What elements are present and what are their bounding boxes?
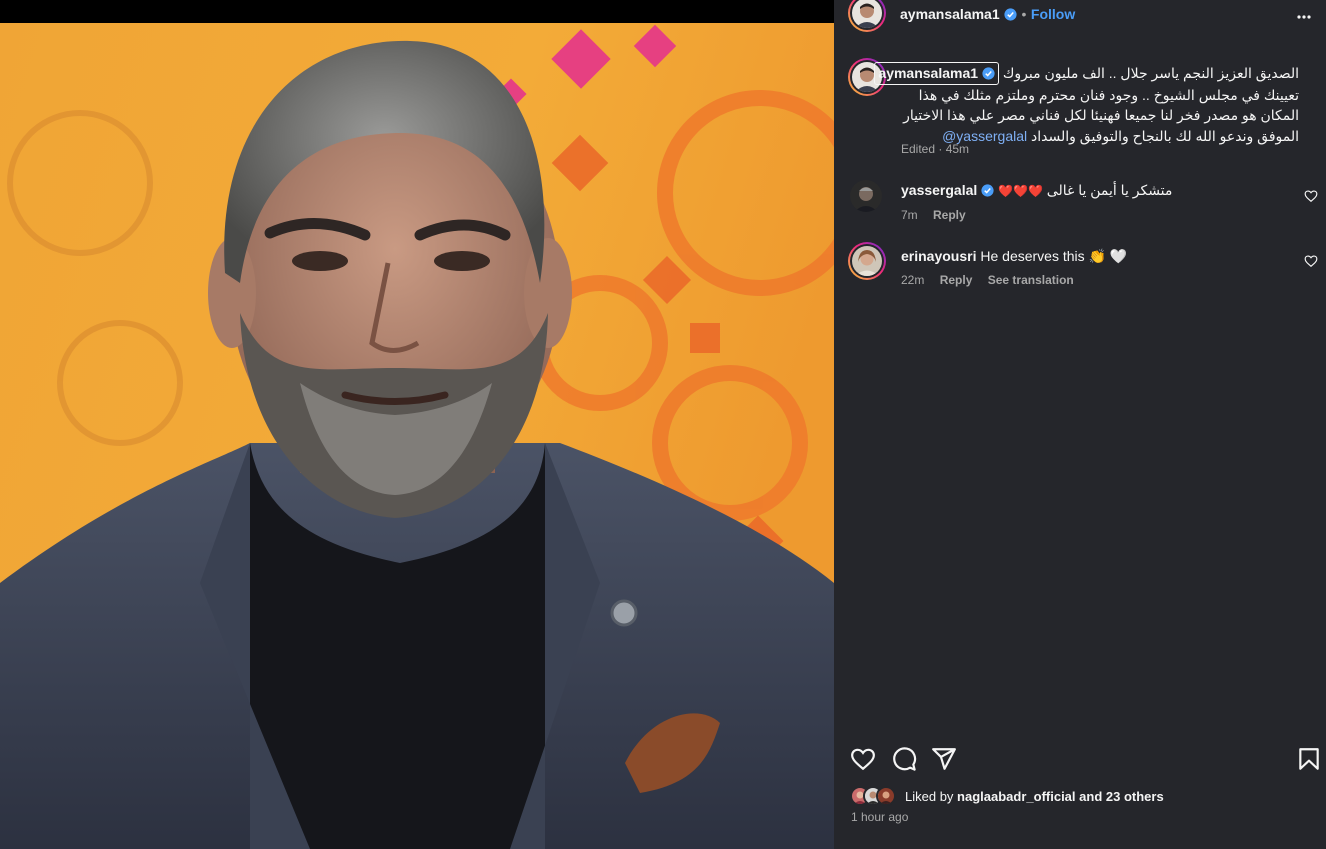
caption-line-3: المكان هو مصدر فخر لنا جميعا فهنيئا لكل … [903, 107, 1299, 123]
comment-time: 7m [901, 208, 918, 222]
more-horizontal-icon[interactable] [1296, 9, 1312, 25]
follow-button[interactable]: Follow [1031, 6, 1075, 22]
post-photo-panel [0, 0, 834, 849]
likes-prefix: Liked by [905, 789, 954, 804]
post-image[interactable] [0, 23, 834, 849]
post-action-bar [834, 743, 1326, 773]
comment-username[interactable]: yassergalal [901, 182, 977, 198]
share-icon[interactable] [931, 746, 957, 772]
heart-icon[interactable] [850, 746, 876, 772]
post-caption: الصديق العزيز النجم ياسر جلال .. الف ملي… [874, 62, 1299, 146]
verified-badge-icon [1004, 8, 1017, 21]
see-translation-button[interactable]: See translation [988, 273, 1074, 287]
reply-button[interactable]: Reply [933, 208, 966, 222]
comment-username[interactable]: erinayousri [901, 248, 976, 264]
comment-body: erinayousri He deserves this 👏 🤍 [901, 248, 1127, 265]
caption-edited-time: Edited · 45m [901, 142, 970, 156]
comment-item: yassergalal ❤️❤️❤️ متشكر يا أيمن يا غالى… [834, 180, 1326, 230]
comment-time: 22m [901, 273, 925, 287]
verified-badge-icon [981, 184, 994, 197]
post-header: aymansalama1 • Follow [834, 0, 1326, 34]
commenter-avatar[interactable] [850, 180, 882, 212]
caption-line-1: الصديق العزيز النجم ياسر جلال .. الف ملي… [1002, 65, 1299, 81]
likes-suffix[interactable]: and 23 others [1079, 789, 1164, 804]
comment-meta: 7m Reply [901, 208, 978, 222]
caption-line-2: تعيينك في مجلس الشيوخ .. وجود فنان محترم… [918, 86, 1299, 103]
bookmark-icon[interactable] [1296, 746, 1322, 772]
comment-like-heart-icon[interactable] [1304, 254, 1318, 268]
author-avatar[interactable] [848, 0, 886, 32]
caption-author-box[interactable]: aymansalama1 [874, 62, 999, 85]
comment-icon[interactable] [891, 746, 917, 772]
comment-body: yassergalal ❤️❤️❤️ متشكر يا أيمن يا غالى [901, 182, 1172, 199]
post-timestamp: 1 hour ago [851, 810, 909, 824]
comment-item: erinayousri He deserves this 👏 🤍 22m Rep… [834, 242, 1326, 292]
comment-meta: 22m Reply See translation [901, 273, 1086, 287]
comment-text: متشكر يا أيمن يا غالى [1046, 182, 1173, 198]
liked-by-username[interactable]: naglaabadr_official [957, 789, 1075, 804]
post-side-panel: aymansalama1 • Follow الصديق العزيز النج… [834, 0, 1326, 849]
likes-text: Liked by naglaabadr_official and 23 othe… [905, 789, 1164, 804]
verified-badge-icon [982, 67, 995, 80]
caption-author-username[interactable]: aymansalama1 [878, 65, 978, 81]
comment-text: He deserves this 👏 🤍 [980, 248, 1128, 264]
reply-button[interactable]: Reply [940, 273, 973, 287]
header-separator: • [1021, 6, 1027, 22]
caption-line-4: الموفق وندعو الله لك بالنجاح والتوفيق وا… [1031, 127, 1299, 144]
commenter-avatar[interactable] [848, 242, 886, 280]
photo-top-bar [0, 0, 834, 23]
author-username[interactable]: aymansalama1 [900, 6, 1000, 22]
likes-summary[interactable]: Liked by naglaabadr_official and 23 othe… [850, 786, 1310, 808]
comment-emoji: ❤️❤️❤️ [998, 184, 1043, 198]
comment-like-heart-icon[interactable] [1304, 189, 1318, 203]
caption-meta: Edited · 45m [901, 142, 981, 156]
liker-avatar [876, 786, 896, 806]
